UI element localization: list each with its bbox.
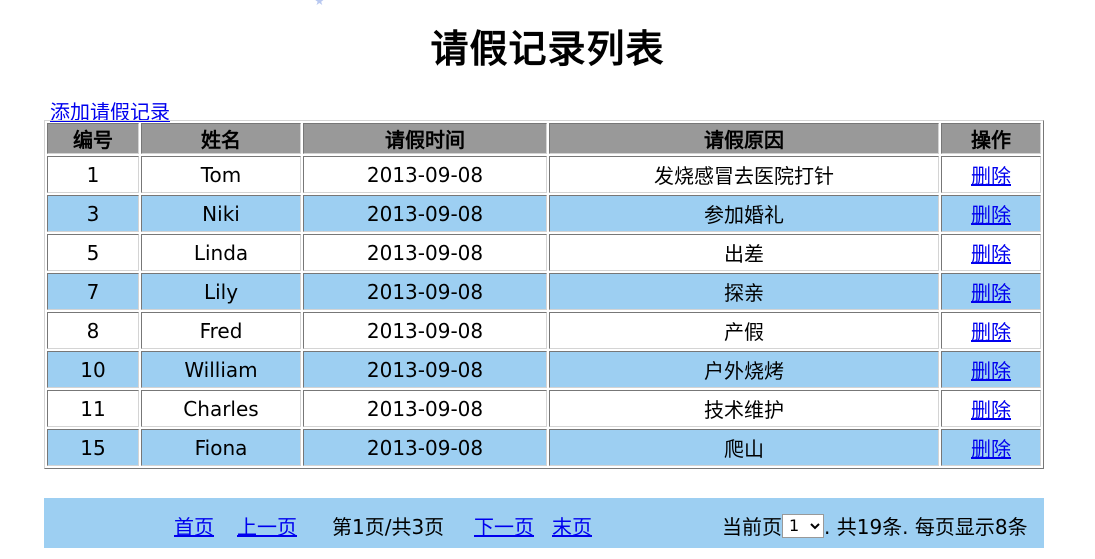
cell-name: Linda	[141, 234, 301, 271]
leave-records-table: 编号 姓名 请假时间 请假原因 操作 1 Tom 2013-09-08 发烧感冒去医院…	[44, 120, 1044, 469]
cell-action: 删除	[941, 156, 1041, 193]
cell-id: 1	[47, 156, 139, 193]
cell-id: 10	[47, 351, 139, 388]
next-page-link[interactable]: 下一页	[474, 511, 534, 540]
cell-reason: 探亲	[549, 273, 939, 310]
cell-action: 删除	[941, 429, 1041, 466]
cell-name: Fiona	[141, 429, 301, 466]
cell-date: 2013-09-08	[303, 195, 547, 232]
page-info: 第1页/共3页	[332, 515, 445, 539]
cell-name: Lily	[141, 273, 301, 310]
cell-date: 2013-09-08	[303, 273, 547, 310]
cell-date: 2013-09-08	[303, 312, 547, 349]
cell-action: 删除	[941, 390, 1041, 427]
cell-id: 3	[47, 195, 139, 232]
prev-page-link[interactable]: 上一页	[237, 511, 297, 540]
cell-name: Niki	[141, 195, 301, 232]
current-page-select[interactable]: 1	[782, 513, 824, 538]
cell-action: 删除	[941, 273, 1041, 310]
delete-link[interactable]: 删除	[971, 320, 1011, 344]
cell-reason: 爬山	[549, 429, 939, 466]
last-page-link[interactable]: 末页	[552, 511, 592, 540]
cell-reason: 户外烧烤	[549, 351, 939, 388]
cell-name: Fred	[141, 312, 301, 349]
cell-name: Tom	[141, 156, 301, 193]
cell-name: William	[141, 351, 301, 388]
pagination-bar: 首页 上一页 第1页/共3页 下一页 末页 当前页 1 . 共19条. 每页显示…	[44, 498, 1044, 548]
cell-id: 11	[47, 390, 139, 427]
delete-link[interactable]: 删除	[971, 242, 1011, 266]
page-selector-group: 当前页 1 . 共19条. 每页显示8条	[722, 511, 1028, 540]
table-row: 15 Fiona 2013-09-08 爬山 删除	[47, 429, 1041, 466]
delete-link[interactable]: 删除	[971, 398, 1011, 422]
table-row: 10 William 2013-09-08 户外烧烤 删除	[47, 351, 1041, 388]
cell-reason: 产假	[549, 312, 939, 349]
cell-reason: 出差	[549, 234, 939, 271]
cell-reason: 发烧感冒去医院打针	[549, 156, 939, 193]
header-reason: 请假原因	[549, 123, 939, 154]
page-title: 请假记录列表	[430, 27, 665, 71]
table-row: 8 Fred 2013-09-08 产假 删除	[47, 312, 1041, 349]
table-row: 3 Niki 2013-09-08 参加婚礼 删除	[47, 195, 1041, 232]
delete-link[interactable]: 删除	[971, 359, 1011, 383]
table-header-row: 编号 姓名 请假时间 请假原因 操作	[47, 123, 1041, 154]
table-row: 5 Linda 2013-09-08 出差 删除	[47, 234, 1041, 271]
pager-summary: . 共19条. 每页显示8条	[824, 515, 1028, 539]
header-action: 操作	[941, 123, 1041, 154]
cell-date: 2013-09-08	[303, 234, 547, 271]
cell-id: 5	[47, 234, 139, 271]
table-row: 7 Lily 2013-09-08 探亲 删除	[47, 273, 1041, 310]
cell-id: 8	[47, 312, 139, 349]
cell-id: 15	[47, 429, 139, 466]
decorative-star-icon: ★	[314, 0, 325, 8]
current-page-label: 当前页	[722, 515, 782, 539]
cell-action: 删除	[941, 351, 1041, 388]
cell-name: Charles	[141, 390, 301, 427]
cell-action: 删除	[941, 234, 1041, 271]
cell-reason: 参加婚礼	[549, 195, 939, 232]
delete-link[interactable]: 删除	[971, 203, 1011, 227]
cell-date: 2013-09-08	[303, 156, 547, 193]
cell-reason: 技术维护	[549, 390, 939, 427]
cell-action: 删除	[941, 312, 1041, 349]
table-row: 11 Charles 2013-09-08 技术维护 删除	[47, 390, 1041, 427]
cell-id: 7	[47, 273, 139, 310]
first-page-link[interactable]: 首页	[174, 511, 214, 540]
table-row: 1 Tom 2013-09-08 发烧感冒去医院打针 删除	[47, 156, 1041, 193]
header-id: 编号	[47, 123, 139, 154]
delete-link[interactable]: 删除	[971, 281, 1011, 305]
cell-date: 2013-09-08	[303, 429, 547, 466]
cell-action: 删除	[941, 195, 1041, 232]
header-date: 请假时间	[303, 123, 547, 154]
cell-date: 2013-09-08	[303, 351, 547, 388]
header-name: 姓名	[141, 123, 301, 154]
delete-link[interactable]: 删除	[971, 437, 1011, 461]
delete-link[interactable]: 删除	[971, 164, 1011, 188]
cell-date: 2013-09-08	[303, 390, 547, 427]
